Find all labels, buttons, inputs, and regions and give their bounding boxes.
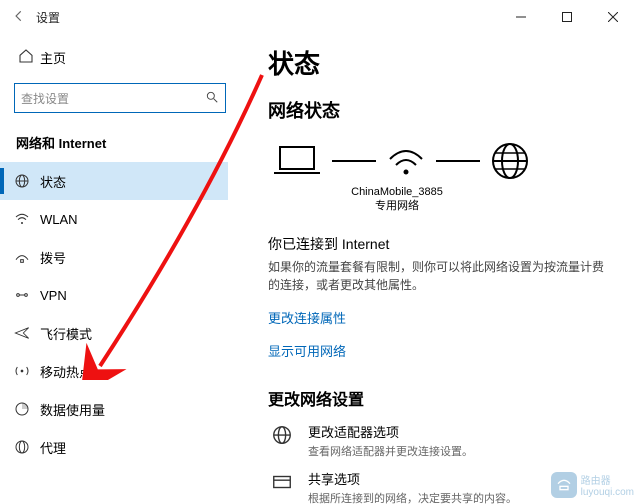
sidebar-item-label: 拨号 (40, 248, 66, 267)
home-button[interactable]: 主页 (12, 40, 228, 75)
vpn-icon (14, 287, 40, 303)
sidebar-nav: 状态 WLAN 拨号 VPN (0, 162, 228, 466)
link-show-available-networks[interactable]: 显示可用网络 (268, 341, 620, 360)
option-share-title: 共享选项 (308, 469, 517, 488)
proxy-icon (14, 439, 40, 455)
router-badge-icon (551, 472, 577, 498)
sidebar-item-status[interactable]: 状态 (0, 162, 228, 200)
laptop-icon (272, 143, 322, 179)
network-type: 专用网络 (338, 199, 456, 213)
sidebar-item-proxy[interactable]: 代理 (0, 428, 228, 466)
sidebar: 主页 查找设置 网络和 Internet 状态 WLAN (0, 34, 240, 504)
sidebar-item-hotspot[interactable]: 移动热点 (0, 352, 228, 390)
search-icon (205, 90, 219, 107)
section-change-network: 更改网络设置 (268, 386, 620, 410)
sidebar-item-label: 代理 (40, 438, 66, 457)
option-adapter[interactable]: 更改适配器选项 查看网络适配器并更改连接设置。 (268, 422, 620, 459)
option-share-sub: 根据所连接到的网络，决定要共享的内容。 (308, 490, 517, 504)
titlebar: 设置 (0, 0, 640, 34)
globe-icon (490, 141, 530, 181)
dialup-icon (14, 249, 40, 265)
airplane-icon (14, 325, 40, 341)
sidebar-item-label: WLAN (40, 212, 78, 227)
search-input[interactable]: 查找设置 (14, 83, 226, 113)
home-icon (18, 48, 40, 67)
status-icon (14, 173, 40, 189)
sidebar-item-vpn[interactable]: VPN (0, 276, 228, 314)
close-button[interactable] (590, 0, 636, 34)
network-name-block: ChinaMobile_3885 专用网络 (338, 185, 456, 214)
sidebar-item-dialup[interactable]: 拨号 (0, 238, 228, 276)
section-network-status: 网络状态 (268, 97, 620, 123)
sidebar-item-airplane[interactable]: 飞行模式 (0, 314, 228, 352)
link-change-connection-props[interactable]: 更改连接属性 (268, 308, 620, 327)
sidebar-item-datausage[interactable]: 数据使用量 (0, 390, 228, 428)
connected-description: 如果你的流量套餐有限制，则你可以将此网络设置为按流量计费的连接，或者更改其他属性… (268, 258, 608, 294)
sidebar-item-wlan[interactable]: WLAN (0, 200, 228, 238)
sidebar-item-label: 数据使用量 (40, 400, 105, 419)
wifi-large-icon (386, 143, 426, 179)
home-label: 主页 (40, 48, 66, 67)
watermark: 路由器 luyouqi.com (551, 472, 634, 498)
sidebar-item-label: 飞行模式 (40, 324, 92, 343)
connected-heading: 你已连接到 Internet (268, 234, 620, 254)
back-icon[interactable] (12, 9, 36, 26)
window-title: 设置 (36, 9, 60, 26)
sidebar-item-label: 状态 (40, 172, 66, 191)
option-adapter-title: 更改适配器选项 (308, 422, 473, 441)
share-icon (268, 469, 296, 504)
page-title: 状态 (268, 44, 620, 81)
sidebar-item-label: 移动热点 (40, 362, 92, 381)
adapter-icon (268, 422, 296, 459)
maximize-button[interactable] (544, 0, 590, 34)
network-diagram (272, 141, 620, 181)
wifi-icon (14, 211, 40, 227)
datausage-icon (14, 401, 40, 417)
search-placeholder: 查找设置 (21, 90, 205, 107)
minimize-button[interactable] (498, 0, 544, 34)
hotspot-icon (14, 363, 40, 379)
sidebar-item-label: VPN (40, 288, 67, 303)
watermark-text: 路由器 (581, 472, 634, 487)
network-ssid: ChinaMobile_3885 (338, 185, 456, 199)
sidebar-category: 网络和 Internet (12, 127, 228, 162)
watermark-url: luyouqi.com (581, 487, 634, 498)
option-adapter-sub: 查看网络适配器并更改连接设置。 (308, 443, 473, 459)
main-content: 状态 网络状态 ChinaMobile_3885 专用网络 你已连接到 Inte… (240, 34, 640, 504)
